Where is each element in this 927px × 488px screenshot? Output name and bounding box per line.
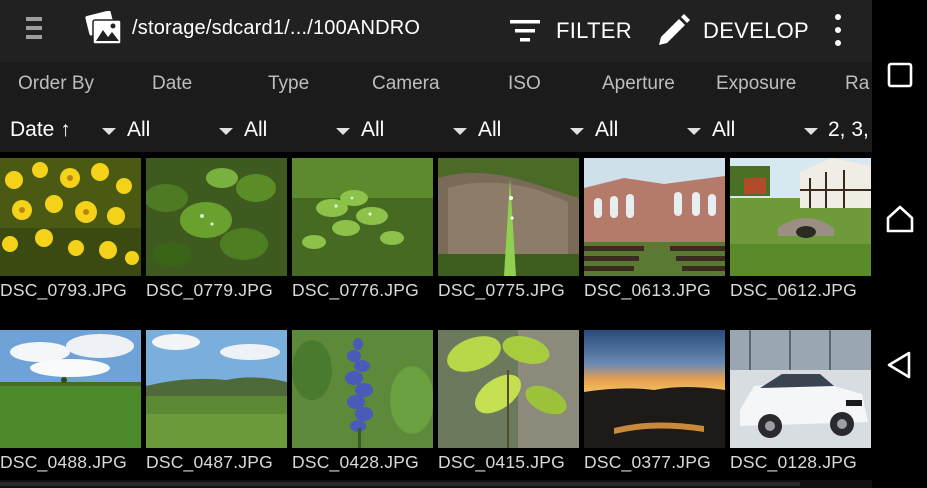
chevron-down-icon [219, 128, 233, 135]
header-camera[interactable]: Camera [372, 73, 440, 95]
more-vertical-icon[interactable] [826, 14, 850, 46]
green-field-image [0, 330, 141, 448]
photo-filename: DSC_0612.JPG [730, 280, 857, 300]
chevron-down-icon [804, 128, 818, 135]
header-iso[interactable]: ISO [508, 73, 541, 95]
photo-filename: DSC_0613.JPG [584, 280, 711, 300]
chevron-down-icon [687, 128, 701, 135]
hills-landscape-image [146, 330, 287, 448]
half-timbered-house-image [730, 158, 871, 276]
filter-button[interactable]: FILTER [507, 0, 632, 62]
photo-filename: DSC_0487.JPG [146, 452, 273, 472]
aperture-select[interactable]: All [595, 116, 707, 144]
photo-filename: DSC_0776.JPG [292, 280, 419, 300]
exposure-value: All [712, 118, 736, 141]
exposure-select[interactable]: All [712, 116, 824, 144]
photo-filename: DSC_0415.JPG [438, 452, 565, 472]
photo-thumbnail[interactable] [584, 158, 725, 276]
photo-filename: DSC_0779.JPG [146, 280, 273, 300]
home-icon[interactable] [885, 204, 915, 234]
grass-rock-image [438, 158, 579, 276]
filter-lines-icon [510, 20, 540, 42]
date-value: All [127, 118, 151, 141]
column-headers: Order By Date Type Camera ISO Aperture E… [0, 62, 872, 106]
photo-thumbnail[interactable] [584, 330, 725, 448]
app-window: /storage/sdcard1/.../100ANDRO FILTER DEV… [0, 0, 872, 488]
photo-thumbnail[interactable] [146, 158, 287, 276]
photo-filename: DSC_0128.JPG [730, 452, 857, 472]
type-select[interactable]: All [244, 116, 356, 144]
header-rating[interactable]: Ra [845, 73, 869, 95]
rating-value: 2, 3, [828, 118, 869, 141]
blue-bugle-flower-image [292, 330, 433, 448]
camera-select[interactable]: All [361, 116, 473, 144]
beech-leaves-image [438, 330, 579, 448]
aperture-value: All [595, 118, 619, 141]
photo-thumbnail[interactable] [292, 330, 433, 448]
photo-stack-logo-icon [85, 11, 122, 45]
date-select[interactable]: All [127, 116, 239, 144]
header-exposure[interactable]: Exposure [716, 73, 796, 95]
photo-filename: DSC_0793.JPG [0, 280, 127, 300]
develop-button[interactable]: DEVELOP [655, 0, 809, 62]
photo-thumbnail[interactable] [0, 330, 141, 448]
pencil-icon [659, 14, 690, 45]
header-aperture[interactable]: Aperture [602, 73, 675, 95]
recents-square-icon[interactable] [885, 60, 915, 90]
rating-select[interactable]: 2, 3, [828, 116, 872, 144]
header-date[interactable]: Date [152, 73, 192, 95]
order-by-select[interactable]: Date ↑ [10, 116, 122, 144]
develop-label: DEVELOP [703, 18, 810, 43]
chevron-down-icon [102, 128, 116, 135]
order-by-value: Date ↑ [10, 118, 71, 141]
filter-row: Date ↑ All All All All All All 2, 3, [0, 106, 872, 152]
photo-filename: DSC_0428.JPG [292, 452, 419, 472]
photo-thumbnail[interactable] [730, 158, 871, 276]
photo-thumbnail[interactable] [438, 158, 579, 276]
toolbar: /storage/sdcard1/.../100ANDRO FILTER DEV… [0, 0, 872, 62]
photo-filename: DSC_0377.JPG [584, 452, 711, 472]
photo-thumbnail[interactable] [0, 158, 141, 276]
photo-filename: DSC_0488.JPG [0, 452, 127, 472]
filter-label: FILTER [556, 18, 632, 43]
photo-thumbnail[interactable] [292, 158, 433, 276]
sunset-image [584, 330, 725, 448]
yellow-flowers-image [0, 158, 141, 276]
scrollbar-thumb[interactable] [0, 482, 800, 486]
photo-thumbnail[interactable] [146, 330, 287, 448]
header-type[interactable]: Type [268, 73, 309, 95]
photo-thumbnail[interactable] [730, 330, 871, 448]
photo-thumbnail[interactable] [438, 330, 579, 448]
abbey-ruins-image [584, 158, 725, 276]
chevron-down-icon [453, 128, 467, 135]
iso-value: All [478, 118, 502, 141]
chevron-down-icon [336, 128, 350, 135]
folder-path: /storage/sdcard1/.../100ANDRO [132, 17, 421, 39]
clover-image [292, 158, 433, 276]
iso-select[interactable]: All [478, 116, 590, 144]
chevron-down-icon [570, 128, 584, 135]
hamburger-menu-icon[interactable] [26, 17, 42, 43]
white-car-image [730, 330, 871, 448]
type-value: All [244, 118, 268, 141]
leaves-image [146, 158, 287, 276]
android-navigation-bar [872, 0, 927, 488]
back-triangle-icon[interactable] [885, 350, 915, 380]
horizontal-scrollbar[interactable] [0, 480, 872, 488]
header-order-by[interactable]: Order By [18, 73, 94, 95]
camera-value: All [361, 118, 385, 141]
photo-filename: DSC_0775.JPG [438, 280, 565, 300]
